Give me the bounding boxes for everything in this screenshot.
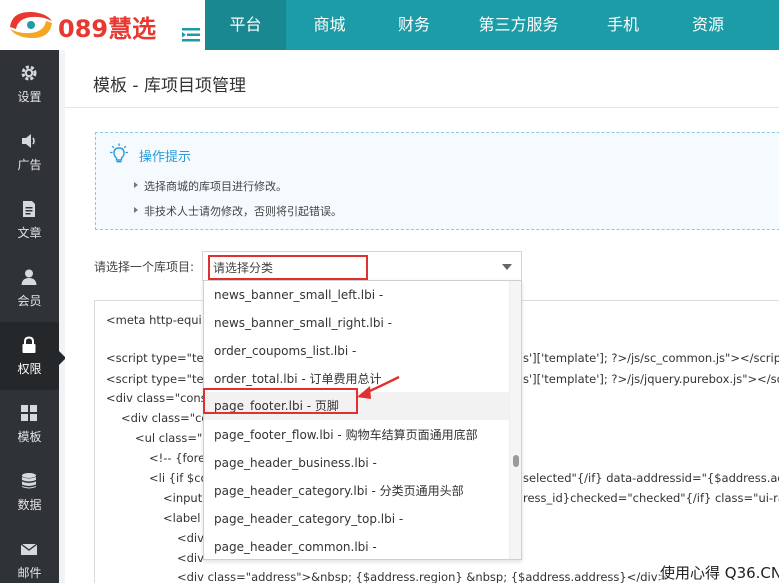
logo-icon xyxy=(10,11,52,39)
select-label: 请选择一个库项目: xyxy=(94,260,195,274)
page-title: 模板 - 库项目项管理 xyxy=(93,76,246,96)
code-line: <label xyxy=(163,511,201,525)
nav-resources[interactable]: 资源 xyxy=(664,0,752,50)
logo-text: 089慧选 xyxy=(58,15,157,43)
tips-line: 非技术人士请勿修改，否则将引起错误。 xyxy=(134,205,342,218)
code-line: selected"{/if} data-addressid="{$address… xyxy=(523,471,779,485)
code-line: <meta http-equi xyxy=(106,313,202,327)
sidebar-item-permissions[interactable]: 权限 xyxy=(0,322,59,390)
code-line: <!-- {fore xyxy=(149,451,206,465)
main-content: 模板 - 库项目项管理 操作提示 选择商城的库项目进行修改。 非技术人士请勿修改… xyxy=(65,50,779,583)
code-line: <input xyxy=(163,491,203,505)
mail-icon xyxy=(20,543,38,555)
code-line: <div class="co xyxy=(121,411,209,425)
code-line: s']['template']; ?>/js/jquery.purebox.js… xyxy=(523,372,779,386)
sidebar-item-settings[interactable]: 设置 xyxy=(0,50,59,118)
menu-toggle-icon[interactable] xyxy=(182,28,200,42)
dropdown-option[interactable]: page_header_category.lbi - 分类页通用头部 xyxy=(204,477,510,505)
chevron-down-icon xyxy=(502,264,512,270)
watermark: 使用心得 Q36.CN xyxy=(660,562,779,583)
nav-platform[interactable]: 平台 xyxy=(205,0,286,50)
speaker-icon xyxy=(22,134,35,148)
top-nav: 平台 商城 财务 第三方服务 手机 资源 xyxy=(205,0,752,50)
nav-third-party[interactable]: 第三方服务 xyxy=(455,0,582,50)
nav-mobile[interactable]: 手机 xyxy=(582,0,664,50)
code-line: <div class="cons xyxy=(106,391,207,405)
sidebar-item-mail[interactable]: 邮件 xyxy=(0,526,59,583)
tips-line: 选择商城的库项目进行修改。 xyxy=(134,180,287,193)
option-highlight-box xyxy=(203,388,358,414)
dropdown-option[interactable]: page_header_common.lbi - xyxy=(204,533,510,559)
dropdown-option[interactable]: page_footer_flow.lbi - 购物车结算页面通用底部 xyxy=(204,421,510,449)
lightbulb-icon xyxy=(110,143,128,163)
top-bar: 089慧选 平台 商城 财务 第三方服务 手机 资源 xyxy=(0,0,779,50)
code-line: <li {if $co xyxy=(149,471,208,485)
sidebar-item-ads[interactable]: 广告 xyxy=(0,118,59,186)
article-icon xyxy=(23,201,35,217)
code-line: ress_id}checked="checked"{/if} class="ui… xyxy=(523,491,779,505)
scrollbar-thumb[interactable] xyxy=(513,455,519,467)
sidebar-item-label: 广告 xyxy=(17,158,42,172)
code-line: <ul class="u xyxy=(135,431,210,445)
database-icon xyxy=(22,473,36,489)
logo-area[interactable]: 089慧选 xyxy=(0,0,205,50)
select-dropdown[interactable]: news_banner_small_left.lbi - news_banner… xyxy=(203,280,522,560)
dropdown-option[interactable]: page_header_business.lbi - xyxy=(204,449,510,477)
code-line: s']['template']; ?>/js/sc_common.js"></s… xyxy=(523,351,779,365)
user-icon xyxy=(21,269,37,285)
title-divider xyxy=(65,107,779,108)
lock-icon xyxy=(22,336,36,353)
sidebar-item-label: 权限 xyxy=(17,362,42,376)
dropdown-option[interactable]: page_header_category_top.lbi - xyxy=(204,505,510,533)
code-line: <div xyxy=(177,531,204,545)
sidebar-item-label: 邮件 xyxy=(17,566,42,580)
sidebar: 设置 广告 文章 会员 权限 模板 数据 邮件 xyxy=(0,50,66,583)
dropdown-option[interactable]: news_banner_small_right.lbi - xyxy=(204,309,510,337)
sidebar-item-label: 设置 xyxy=(17,90,42,104)
grid-icon xyxy=(21,405,37,421)
code-line: <div class="address">&nbsp; {$address.re… xyxy=(177,570,668,583)
sidebar-item-label: 模板 xyxy=(17,430,42,444)
sidebar-item-label: 数据 xyxy=(17,498,42,512)
code-line: <script type="te xyxy=(106,351,204,365)
sidebar-item-label: 文章 xyxy=(17,226,42,240)
gear-icon xyxy=(21,65,37,81)
tips-panel: 操作提示 选择商城的库项目进行修改。 非技术人士请勿修改，否则将引起错误。 xyxy=(95,132,779,230)
code-line: <div xyxy=(177,551,204,565)
nav-finance[interactable]: 财务 xyxy=(373,0,455,50)
dropdown-scrollbar[interactable] xyxy=(509,281,521,559)
sidebar-item-articles[interactable]: 文章 xyxy=(0,186,59,254)
tips-title: 操作提示 xyxy=(139,150,192,165)
code-line: <script type="te xyxy=(106,372,204,386)
sidebar-item-data[interactable]: 数据 xyxy=(0,458,59,526)
dropdown-option[interactable]: news_banner_small_left.lbi - xyxy=(204,281,510,309)
sidebar-item-templates[interactable]: 模板 xyxy=(0,390,59,458)
dropdown-option[interactable]: order_coupoms_list.lbi - xyxy=(204,337,510,365)
annotation-arrow-icon xyxy=(357,375,400,399)
sidebar-item-label: 会员 xyxy=(17,294,42,308)
select-highlight-box xyxy=(208,255,368,280)
nav-mall[interactable]: 商城 xyxy=(286,0,373,50)
sidebar-item-members[interactable]: 会员 xyxy=(0,254,59,322)
